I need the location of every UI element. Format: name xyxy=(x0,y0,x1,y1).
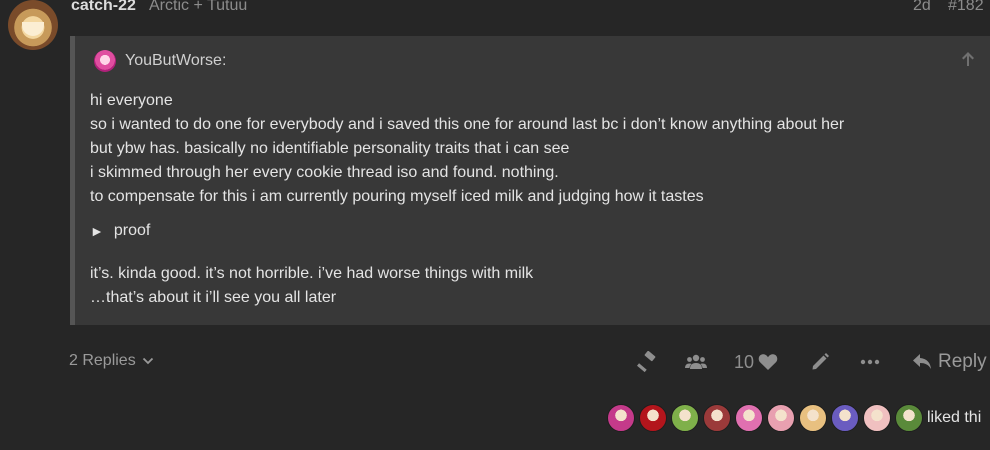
liker-avatar[interactable] xyxy=(863,404,891,432)
quote-text-tail: it’s. kinda good. it’s not horrible. i’v… xyxy=(90,262,533,310)
liker-avatar[interactable] xyxy=(895,404,923,432)
caret-right-icon: ► xyxy=(90,223,104,239)
quote-avatar xyxy=(94,50,116,72)
liker-avatar[interactable] xyxy=(671,404,699,432)
liker-avatar[interactable] xyxy=(799,404,827,432)
forum-post: catch-22 Arctic + Tutuu 2d #182 YouButWo… xyxy=(0,0,990,450)
arrow-up-icon[interactable] xyxy=(960,50,976,68)
heart-icon xyxy=(758,354,778,370)
details-toggle[interactable]: ► proof xyxy=(90,222,150,240)
user-title: Arctic + Tutuu xyxy=(149,0,248,14)
post-date[interactable]: 2d xyxy=(913,0,931,15)
replies-label: 2 Replies xyxy=(69,352,136,369)
liker-avatar[interactable] xyxy=(735,404,763,432)
quote-line: hi everyone xyxy=(90,92,173,109)
like-button[interactable]: 10 xyxy=(734,348,778,376)
quote-line: to compensate for this i am currently po… xyxy=(90,188,704,205)
liker-avatar[interactable] xyxy=(639,404,667,432)
quote-line: so i wanted to do one for everybody and … xyxy=(90,116,845,133)
liker-avatar[interactable] xyxy=(767,404,795,432)
chevron-down-icon xyxy=(142,357,153,365)
quote-line: but ybw has. basically no identifiable p… xyxy=(90,140,570,157)
username[interactable]: catch-22 xyxy=(71,0,136,15)
users-icon[interactable] xyxy=(685,348,707,376)
blockquote: YouButWorse: hi everyone so i wanted to … xyxy=(70,36,990,325)
avatar[interactable] xyxy=(8,0,58,50)
like-count: 10 xyxy=(734,351,755,372)
reply-button[interactable]: Reply xyxy=(912,348,987,376)
quote-line: it’s. kinda good. it’s not horrible. i’v… xyxy=(90,265,534,282)
post-number[interactable]: #182 xyxy=(948,0,984,15)
reply-icon xyxy=(913,354,931,369)
details-label: proof xyxy=(113,222,151,239)
liked-this-text[interactable]: liked thi xyxy=(927,409,981,427)
quote-text: hi everyone so i wanted to do one for ev… xyxy=(90,89,980,209)
likers-list: liked thi xyxy=(607,403,981,433)
quote-line: …that’s about it i’ll see you all later xyxy=(90,289,337,306)
liker-avatar[interactable] xyxy=(607,404,635,432)
liker-avatar[interactable] xyxy=(831,404,859,432)
quote-line: i skimmed through her every cookie threa… xyxy=(90,164,559,181)
gavel-icon[interactable] xyxy=(636,348,658,376)
pencil-icon[interactable] xyxy=(810,348,830,376)
replies-toggle[interactable]: 2 Replies xyxy=(69,352,154,370)
reply-label: Reply xyxy=(938,351,987,372)
ellipsis-icon[interactable] xyxy=(860,348,880,376)
quote-author[interactable]: YouButWorse: xyxy=(125,52,226,70)
liker-avatar[interactable] xyxy=(703,404,731,432)
